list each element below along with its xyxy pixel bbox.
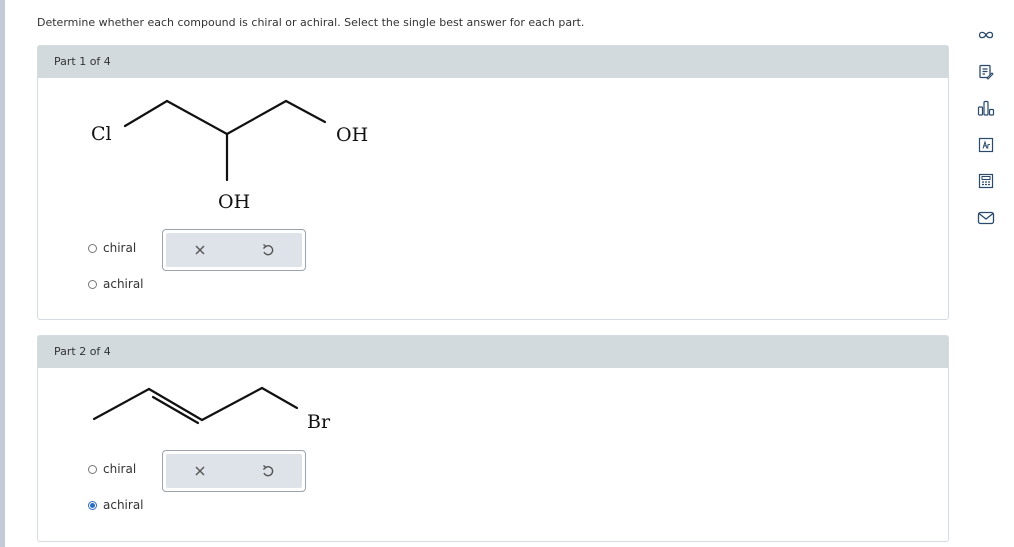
option-label: chiral bbox=[103, 462, 137, 476]
option-label: chiral bbox=[103, 241, 137, 255]
periodic-table-icon bbox=[978, 137, 994, 152]
hydroxyl-label-bottom: OH bbox=[218, 191, 250, 213]
notes-tool-button[interactable] bbox=[975, 61, 997, 83]
bromine-label: Br bbox=[307, 411, 331, 433]
part-2-option-chiral[interactable]: chiral bbox=[88, 462, 136, 476]
part-1-clear-button[interactable] bbox=[189, 239, 211, 261]
option-label: achiral bbox=[103, 277, 144, 291]
part-2-radio-chiral[interactable] bbox=[88, 464, 97, 474]
part-1-radio-achiral[interactable] bbox=[88, 279, 97, 289]
part-2-radio-achiral[interactable] bbox=[88, 500, 97, 510]
data-tool-button[interactable] bbox=[975, 97, 997, 119]
right-toolbar bbox=[972, 24, 1000, 243]
part-2-undo-button[interactable] bbox=[257, 460, 279, 482]
part-2-option-achiral[interactable]: achiral bbox=[88, 498, 144, 512]
part-2-action-bar bbox=[166, 454, 302, 488]
part-2-structure: Br bbox=[92, 386, 331, 433]
part-2-clear-button[interactable] bbox=[189, 460, 211, 482]
part-1-structure: Cl OH OH bbox=[91, 99, 368, 213]
part-2-panel: Part 2 of 4 Br chiral achiral bbox=[37, 335, 949, 542]
part-2-action-box bbox=[162, 450, 306, 492]
infinity-icon bbox=[978, 31, 994, 39]
part-1-action-box bbox=[162, 229, 306, 271]
close-icon bbox=[195, 245, 205, 255]
part-1-undo-button[interactable] bbox=[257, 239, 279, 261]
part-1-option-achiral[interactable]: achiral bbox=[88, 277, 144, 291]
part-1-radio-chiral[interactable] bbox=[88, 243, 97, 253]
instructions: Determine whether each compound is chira… bbox=[37, 16, 585, 29]
calculator-tool-button[interactable] bbox=[975, 170, 997, 192]
undo-icon bbox=[262, 243, 274, 256]
undo-icon bbox=[262, 464, 274, 477]
notes-icon bbox=[979, 64, 994, 80]
infinity-tool-button[interactable] bbox=[975, 24, 997, 46]
part-1-panel: Part 1 of 4 Cl OH OH chiral achiral bbox=[37, 45, 949, 320]
bar-chart-icon bbox=[977, 100, 995, 116]
chlorine-label: Cl bbox=[91, 123, 112, 145]
part-1-header: Part 1 of 4 bbox=[38, 46, 948, 78]
close-icon bbox=[195, 466, 205, 476]
hydroxyl-label-right: OH bbox=[336, 124, 368, 146]
mail-icon bbox=[977, 211, 995, 224]
calculator-icon bbox=[978, 173, 994, 189]
part-1-action-bar bbox=[166, 233, 302, 267]
part-2-header: Part 2 of 4 bbox=[38, 336, 948, 368]
left-edge-bar bbox=[0, 0, 5, 547]
periodic-table-tool-button[interactable] bbox=[975, 134, 997, 156]
part-1-option-chiral[interactable]: chiral bbox=[88, 241, 136, 255]
option-label: achiral bbox=[103, 498, 144, 512]
message-tool-button[interactable] bbox=[975, 207, 997, 229]
